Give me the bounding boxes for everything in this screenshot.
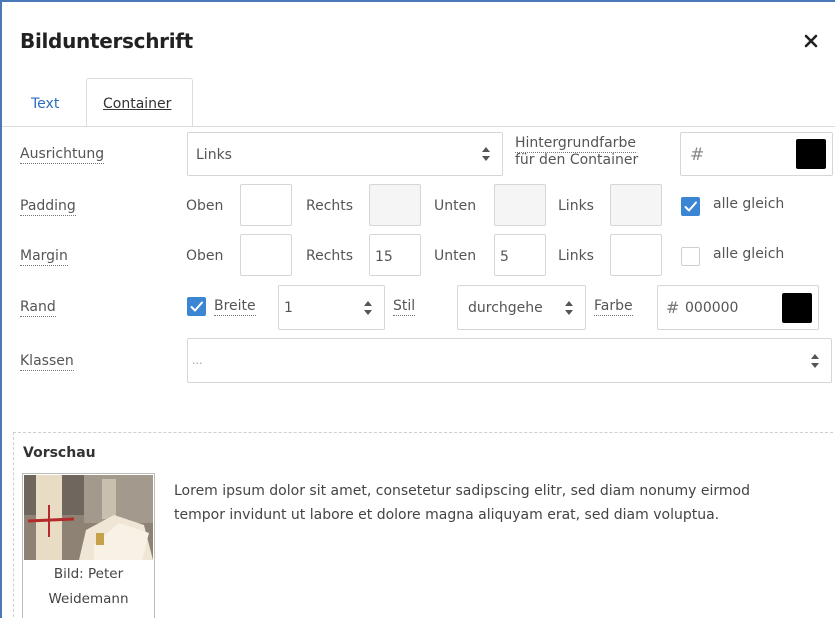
padding-oben-input[interactable] [240, 184, 292, 226]
padding-oben-label: Oben [186, 198, 224, 214]
ausrichtung-value: Links [196, 147, 232, 163]
hintergrund-hash: # [690, 145, 705, 165]
padding-rechts-label: Rechts [306, 198, 354, 214]
ausrichtung-select[interactable]: Links [187, 132, 503, 176]
select-arrows-icon [364, 301, 372, 315]
preview-title: Vorschau [23, 445, 96, 461]
caption-dialog: Bildunterschrift Text Container Ausricht… [0, 0, 835, 618]
margin-alle-gleich-label: alle gleich [713, 246, 785, 262]
preview-caption-line2: Weidemann [48, 591, 129, 607]
padding-links-input[interactable] [610, 184, 662, 226]
hintergrund-label-line2: für den Container [515, 152, 639, 168]
rand-breite-select[interactable]: 1 [278, 285, 385, 330]
rand-stil-select[interactable]: durchgehe [457, 285, 586, 330]
close-icon[interactable] [801, 31, 821, 51]
preview-image [24, 475, 153, 560]
margin-rechts-label: Rechts [306, 248, 354, 264]
preview-text-line1: Lorem ipsum dolor sit amet, consetetur s… [174, 483, 750, 499]
preview-figure: Bild: Peter Weidemann [22, 473, 155, 618]
padding-rechts-input[interactable] [369, 184, 421, 226]
preview-caption-line1: Bild: Peter [53, 566, 124, 582]
dialog-title: Bildunterschrift [20, 29, 193, 53]
klassen-select[interactable]: ... [187, 338, 832, 383]
padding-label: Padding [20, 198, 76, 216]
rand-stil-value: durchgehe [468, 300, 543, 316]
rand-breite-value: 1 [284, 300, 293, 316]
select-arrows-icon [811, 354, 819, 368]
rand-stil-label: Stil [393, 298, 416, 316]
preview-text: Lorem ipsum dolor sit amet, consetetur s… [174, 479, 824, 527]
check-icon [684, 201, 697, 212]
tab-container-label: Container [103, 96, 172, 112]
margin-oben-label: Oben [186, 248, 224, 264]
hintergrund-color-swatch[interactable] [796, 139, 826, 169]
padding-links-label: Links [558, 198, 594, 214]
rand-farbe-swatch[interactable] [782, 293, 812, 323]
padding-alle-gleich-checkbox[interactable] [681, 197, 700, 216]
rand-farbe-field[interactable]: # 000000 [657, 285, 819, 330]
rand-label: Rand [20, 299, 56, 317]
select-arrows-icon [482, 147, 490, 161]
margin-unten-input[interactable]: 5 [494, 234, 546, 276]
margin-label: Margin [20, 248, 68, 266]
rand-farbe-value: 000000 [685, 300, 739, 316]
margin-unten-label: Unten [434, 248, 477, 264]
rand-breite-checkbox[interactable] [187, 297, 206, 316]
hintergrund-color-field[interactable]: # [680, 132, 833, 176]
padding-unten-input[interactable] [494, 184, 546, 226]
padding-alle-gleich-label: alle gleich [713, 196, 785, 212]
margin-alle-gleich-checkbox[interactable] [681, 247, 700, 266]
klassen-label: Klassen [20, 353, 74, 371]
check-icon [190, 301, 203, 312]
tabs-divider [2, 126, 835, 127]
ausrichtung-label: Ausrichtung [20, 146, 105, 164]
preview-panel: Vorschau Bild: Peter Weidemann Lorem ips… [13, 432, 835, 618]
rand-farbe-hash: # [666, 298, 680, 317]
select-arrows-icon [565, 301, 573, 315]
rand-breite-label: Breite [214, 298, 256, 316]
padding-unten-label: Unten [434, 198, 477, 214]
klassen-value: ... [192, 354, 203, 367]
preview-text-line2: tempor invidunt ut labore et dolore magn… [174, 507, 720, 523]
tab-container[interactable]: Container [86, 78, 193, 127]
margin-links-input[interactable] [610, 234, 662, 276]
hintergrund-label-line1: Hintergrundfarbe [515, 135, 636, 153]
rand-farbe-label: Farbe [594, 298, 633, 316]
margin-rechts-input[interactable]: 15 [369, 234, 421, 276]
margin-oben-input[interactable] [240, 234, 292, 276]
margin-links-label: Links [558, 248, 594, 264]
tab-text[interactable]: Text [31, 96, 59, 112]
